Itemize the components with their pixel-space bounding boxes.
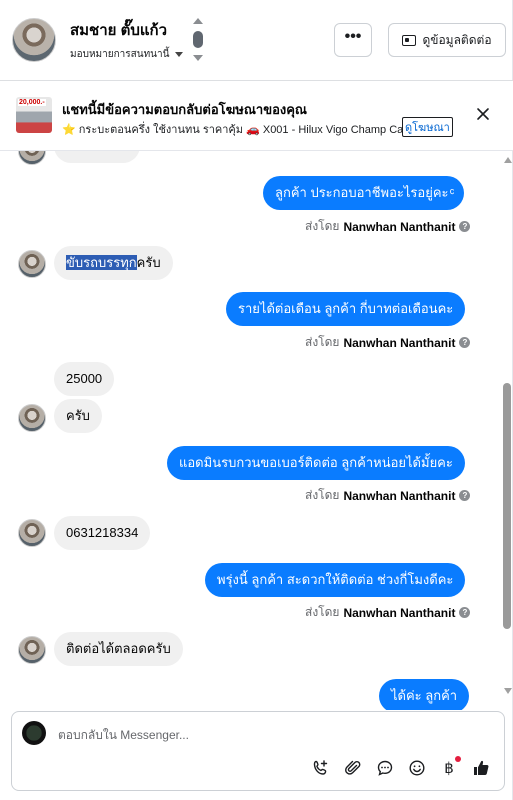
ad-banner-title: แชทนี้มีข้อความตอบกลับต่อโฆษณาของคุณ xyxy=(62,102,307,117)
sender-name: Nanwhan Nanthanit xyxy=(343,488,456,503)
contact-avatar-small xyxy=(18,404,46,432)
scroll-down-arrow-icon[interactable] xyxy=(504,688,512,694)
incoming-message: ครับ xyxy=(54,399,102,433)
outgoing-message: ลูกค้า ประกอบอาชีพอะไรอยู่คะ ͨ xyxy=(263,176,465,210)
baht-icon[interactable]: ฿ xyxy=(440,756,461,777)
incoming-message: ขับรถบรรทุกครับ xyxy=(54,246,173,280)
sender-name: Nanwhan Nanthanit xyxy=(343,219,456,234)
close-icon[interactable] xyxy=(475,106,491,122)
composer-toolbar: ฿ xyxy=(312,756,502,780)
sender-name: Nanwhan Nanthanit xyxy=(343,335,456,350)
incoming-message: 0631218334 xyxy=(54,516,151,550)
navigator-handle[interactable] xyxy=(193,31,203,48)
view-ad-link[interactable]: ดูโฆษณา xyxy=(402,117,453,137)
page-avatar xyxy=(22,721,46,745)
assign-label: มอบหมายการสนทนานี้ xyxy=(70,49,170,60)
messenger-chat-panel: สมชาย ตั๊บแก้ว มอบหมายการสนทนานี้ ••• ดู… xyxy=(0,0,513,800)
thumbs-up-icon[interactable] xyxy=(472,759,490,777)
assign-conversation-dropdown[interactable]: มอบหมายการสนทนานี้ xyxy=(70,47,184,62)
outgoing-message: แอดมินรบกวนขอเบอร์ติดต่อ ลูกค้าหน่อยได้ม… xyxy=(167,446,465,480)
message-text: ครับ xyxy=(136,255,161,270)
incoming-message xyxy=(54,151,140,163)
sent-by-info: ส่งโดย Nanwhan Nanthanit ? xyxy=(305,486,471,505)
ad-banner-subtitle: ⭐ กระบะตอนครึ่ง ใช้งานทน ราคาคุ้ม 🚗 X001… xyxy=(62,124,402,136)
chat-bubble-icon[interactable] xyxy=(376,759,394,777)
chevron-up-icon[interactable] xyxy=(193,18,203,24)
view-contact-info-label: ดูข้อมูลติดต่อ xyxy=(422,32,492,47)
question-icon[interactable]: ? xyxy=(459,337,471,348)
reply-input[interactable]: ตอบกลับใน Messenger... xyxy=(58,726,189,745)
outgoing-message: ได้ค่ะ ลูกค้า xyxy=(379,679,470,710)
contact-avatar-small xyxy=(18,250,46,278)
question-icon[interactable]: ? xyxy=(459,490,471,501)
incoming-message: 25000 xyxy=(54,362,115,396)
contact-avatar-small xyxy=(18,636,46,664)
ad-thumbnail-price: 20,000.- xyxy=(18,99,46,106)
more-options-button[interactable]: ••• xyxy=(334,23,372,57)
incoming-message: ติดต่อได้ตลอดครับ xyxy=(54,632,183,666)
sent-by-info: ส่งโดย Nanwhan Nanthanit ? xyxy=(305,333,471,352)
contact-avatar-small xyxy=(18,151,46,165)
smiley-icon[interactable] xyxy=(408,759,426,777)
contact-card-icon xyxy=(402,34,417,46)
question-icon[interactable]: ? xyxy=(459,607,471,618)
sent-by-prefix: ส่งโดย xyxy=(305,335,340,349)
sender-name: Nanwhan Nanthanit xyxy=(343,605,456,620)
scroll-up-arrow-icon[interactable] xyxy=(504,157,512,163)
outgoing-message: พรุ่งนี้ ลูกค้า สะดวกให้ติดต่อ ช่วงกี่โม… xyxy=(205,563,466,597)
sent-by-prefix: ส่งโดย xyxy=(305,488,340,502)
sent-by-prefix: ส่งโดย xyxy=(305,605,340,619)
message-thread[interactable]: ลูกค้า ประกอบอาชีพอะไรอยู่คะ ͨ ส่งโดย Na… xyxy=(0,151,513,710)
paperclip-icon[interactable] xyxy=(344,759,362,777)
ad-thumbnail[interactable]: 20,000.- xyxy=(16,97,52,133)
sent-by-prefix: ส่งโดย xyxy=(305,219,340,233)
outgoing-message: รายได้ต่อเดือน ลูกค้า กี่บาทต่อเดือนคะ xyxy=(226,292,466,326)
conversation-navigator[interactable] xyxy=(191,18,205,62)
chevron-down-icon[interactable] xyxy=(193,55,203,61)
sent-by-info: ส่งโดย Nanwhan Nanthanit ? xyxy=(305,603,471,622)
selected-text: ขับรถบรรทุก xyxy=(66,255,137,270)
contact-name[interactable]: สมชาย ตั๊บแก้ว xyxy=(70,18,167,42)
question-icon[interactable]: ? xyxy=(459,221,471,232)
sent-by-info: ส่งโดย Nanwhan Nanthanit ? xyxy=(305,217,471,236)
thread-scrollbar[interactable] xyxy=(500,151,513,710)
caret-down-icon xyxy=(175,52,184,57)
chat-header: สมชาย ตั๊บแก้ว มอบหมายการสนทนานี้ ••• ดู… xyxy=(0,0,513,81)
message-composer[interactable]: ตอบกลับใน Messenger... ฿ xyxy=(11,711,505,791)
contact-avatar-small xyxy=(18,519,46,547)
phone-plus-icon[interactable] xyxy=(312,759,330,777)
contact-avatar[interactable] xyxy=(12,18,56,62)
view-contact-info-button[interactable]: ดูข้อมูลติดต่อ xyxy=(388,23,506,57)
notification-dot xyxy=(455,756,461,762)
scrollbar-thumb[interactable] xyxy=(503,383,511,629)
ad-reply-banner: 20,000.- แชทนี้มีข้อความตอบกลับต่อโฆษณาข… xyxy=(0,81,513,151)
